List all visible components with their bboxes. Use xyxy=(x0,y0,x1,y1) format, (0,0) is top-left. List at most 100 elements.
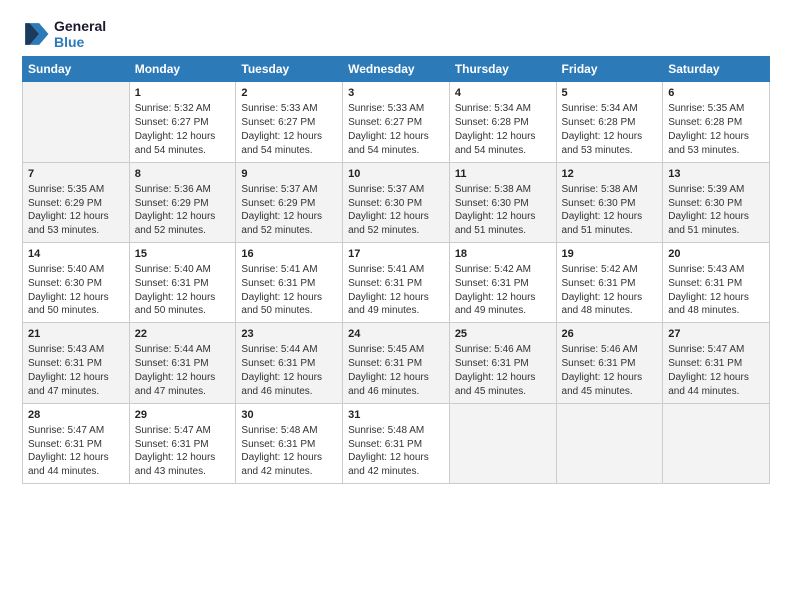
day-info: Sunrise: 5:38 AM Sunset: 6:30 PM Dayligh… xyxy=(562,183,658,238)
day-info: Sunrise: 5:46 AM Sunset: 6:31 PM Dayligh… xyxy=(562,343,658,398)
calendar-header: SundayMondayTuesdayWednesdayThursdayFrid… xyxy=(23,57,770,82)
header: General Blue xyxy=(22,18,770,50)
day-number: 9 xyxy=(241,167,337,182)
day-cell: 29Sunrise: 5:47 AM Sunset: 6:31 PM Dayli… xyxy=(129,403,236,483)
day-number: 25 xyxy=(455,327,551,342)
day-info: Sunrise: 5:34 AM Sunset: 6:28 PM Dayligh… xyxy=(455,102,551,157)
day-number: 12 xyxy=(562,167,658,182)
day-info: Sunrise: 5:40 AM Sunset: 6:31 PM Dayligh… xyxy=(135,263,231,318)
day-cell: 26Sunrise: 5:46 AM Sunset: 6:31 PM Dayli… xyxy=(556,323,663,403)
day-number: 28 xyxy=(28,408,124,423)
day-info: Sunrise: 5:43 AM Sunset: 6:31 PM Dayligh… xyxy=(668,263,764,318)
page: General Blue SundayMondayTuesdayWednesda… xyxy=(0,0,792,612)
header-cell-thursday: Thursday xyxy=(449,57,556,82)
day-cell: 4Sunrise: 5:34 AM Sunset: 6:28 PM Daylig… xyxy=(449,82,556,162)
day-number: 17 xyxy=(348,247,444,262)
day-info: Sunrise: 5:40 AM Sunset: 6:30 PM Dayligh… xyxy=(28,263,124,318)
day-number: 2 xyxy=(241,86,337,101)
week-row-2: 7Sunrise: 5:35 AM Sunset: 6:29 PM Daylig… xyxy=(23,162,770,242)
day-number: 4 xyxy=(455,86,551,101)
day-cell: 3Sunrise: 5:33 AM Sunset: 6:27 PM Daylig… xyxy=(343,82,450,162)
day-info: Sunrise: 5:33 AM Sunset: 6:27 PM Dayligh… xyxy=(241,102,337,157)
day-cell: 8Sunrise: 5:36 AM Sunset: 6:29 PM Daylig… xyxy=(129,162,236,242)
week-row-4: 21Sunrise: 5:43 AM Sunset: 6:31 PM Dayli… xyxy=(23,323,770,403)
day-info: Sunrise: 5:37 AM Sunset: 6:29 PM Dayligh… xyxy=(241,183,337,238)
day-cell: 22Sunrise: 5:44 AM Sunset: 6:31 PM Dayli… xyxy=(129,323,236,403)
day-info: Sunrise: 5:41 AM Sunset: 6:31 PM Dayligh… xyxy=(348,263,444,318)
header-cell-wednesday: Wednesday xyxy=(343,57,450,82)
calendar-body: 1Sunrise: 5:32 AM Sunset: 6:27 PM Daylig… xyxy=(23,82,770,484)
header-cell-tuesday: Tuesday xyxy=(236,57,343,82)
day-info: Sunrise: 5:44 AM Sunset: 6:31 PM Dayligh… xyxy=(135,343,231,398)
day-cell: 15Sunrise: 5:40 AM Sunset: 6:31 PM Dayli… xyxy=(129,242,236,322)
day-number: 19 xyxy=(562,247,658,262)
day-number: 11 xyxy=(455,167,551,182)
day-info: Sunrise: 5:47 AM Sunset: 6:31 PM Dayligh… xyxy=(668,343,764,398)
day-cell: 17Sunrise: 5:41 AM Sunset: 6:31 PM Dayli… xyxy=(343,242,450,322)
day-cell: 20Sunrise: 5:43 AM Sunset: 6:31 PM Dayli… xyxy=(663,242,770,322)
logo-text: General Blue xyxy=(54,18,106,50)
day-cell: 6Sunrise: 5:35 AM Sunset: 6:28 PM Daylig… xyxy=(663,82,770,162)
day-info: Sunrise: 5:39 AM Sunset: 6:30 PM Dayligh… xyxy=(668,183,764,238)
header-cell-monday: Monday xyxy=(129,57,236,82)
day-number: 3 xyxy=(348,86,444,101)
day-number: 15 xyxy=(135,247,231,262)
day-cell: 13Sunrise: 5:39 AM Sunset: 6:30 PM Dayli… xyxy=(663,162,770,242)
day-cell xyxy=(663,403,770,483)
day-cell: 1Sunrise: 5:32 AM Sunset: 6:27 PM Daylig… xyxy=(129,82,236,162)
week-row-5: 28Sunrise: 5:47 AM Sunset: 6:31 PM Dayli… xyxy=(23,403,770,483)
day-cell: 9Sunrise: 5:37 AM Sunset: 6:29 PM Daylig… xyxy=(236,162,343,242)
day-number: 23 xyxy=(241,327,337,342)
day-number: 5 xyxy=(562,86,658,101)
day-cell xyxy=(556,403,663,483)
day-info: Sunrise: 5:45 AM Sunset: 6:31 PM Dayligh… xyxy=(348,343,444,398)
header-cell-saturday: Saturday xyxy=(663,57,770,82)
day-info: Sunrise: 5:34 AM Sunset: 6:28 PM Dayligh… xyxy=(562,102,658,157)
day-cell: 28Sunrise: 5:47 AM Sunset: 6:31 PM Dayli… xyxy=(23,403,130,483)
day-number: 7 xyxy=(28,167,124,182)
day-cell: 30Sunrise: 5:48 AM Sunset: 6:31 PM Dayli… xyxy=(236,403,343,483)
week-row-3: 14Sunrise: 5:40 AM Sunset: 6:30 PM Dayli… xyxy=(23,242,770,322)
day-info: Sunrise: 5:38 AM Sunset: 6:30 PM Dayligh… xyxy=(455,183,551,238)
day-cell: 21Sunrise: 5:43 AM Sunset: 6:31 PM Dayli… xyxy=(23,323,130,403)
day-cell: 7Sunrise: 5:35 AM Sunset: 6:29 PM Daylig… xyxy=(23,162,130,242)
day-cell xyxy=(449,403,556,483)
day-cell: 14Sunrise: 5:40 AM Sunset: 6:30 PM Dayli… xyxy=(23,242,130,322)
day-info: Sunrise: 5:35 AM Sunset: 6:28 PM Dayligh… xyxy=(668,102,764,157)
day-info: Sunrise: 5:43 AM Sunset: 6:31 PM Dayligh… xyxy=(28,343,124,398)
day-info: Sunrise: 5:48 AM Sunset: 6:31 PM Dayligh… xyxy=(348,424,444,479)
day-number: 22 xyxy=(135,327,231,342)
day-number: 13 xyxy=(668,167,764,182)
day-cell: 31Sunrise: 5:48 AM Sunset: 6:31 PM Dayli… xyxy=(343,403,450,483)
day-number: 16 xyxy=(241,247,337,262)
day-info: Sunrise: 5:42 AM Sunset: 6:31 PM Dayligh… xyxy=(562,263,658,318)
day-info: Sunrise: 5:37 AM Sunset: 6:30 PM Dayligh… xyxy=(348,183,444,238)
day-number: 14 xyxy=(28,247,124,262)
day-info: Sunrise: 5:32 AM Sunset: 6:27 PM Dayligh… xyxy=(135,102,231,157)
day-cell: 19Sunrise: 5:42 AM Sunset: 6:31 PM Dayli… xyxy=(556,242,663,322)
header-cell-friday: Friday xyxy=(556,57,663,82)
day-cell: 27Sunrise: 5:47 AM Sunset: 6:31 PM Dayli… xyxy=(663,323,770,403)
week-row-1: 1Sunrise: 5:32 AM Sunset: 6:27 PM Daylig… xyxy=(23,82,770,162)
day-number: 10 xyxy=(348,167,444,182)
day-info: Sunrise: 5:41 AM Sunset: 6:31 PM Dayligh… xyxy=(241,263,337,318)
day-info: Sunrise: 5:46 AM Sunset: 6:31 PM Dayligh… xyxy=(455,343,551,398)
day-number: 20 xyxy=(668,247,764,262)
day-number: 1 xyxy=(135,86,231,101)
day-number: 6 xyxy=(668,86,764,101)
day-cell: 12Sunrise: 5:38 AM Sunset: 6:30 PM Dayli… xyxy=(556,162,663,242)
day-number: 18 xyxy=(455,247,551,262)
day-cell: 5Sunrise: 5:34 AM Sunset: 6:28 PM Daylig… xyxy=(556,82,663,162)
day-number: 30 xyxy=(241,408,337,423)
day-info: Sunrise: 5:35 AM Sunset: 6:29 PM Dayligh… xyxy=(28,183,124,238)
day-number: 26 xyxy=(562,327,658,342)
day-number: 24 xyxy=(348,327,444,342)
day-number: 21 xyxy=(28,327,124,342)
day-info: Sunrise: 5:47 AM Sunset: 6:31 PM Dayligh… xyxy=(28,424,124,479)
day-cell xyxy=(23,82,130,162)
day-number: 29 xyxy=(135,408,231,423)
day-info: Sunrise: 5:47 AM Sunset: 6:31 PM Dayligh… xyxy=(135,424,231,479)
logo-icon xyxy=(22,20,50,48)
day-cell: 11Sunrise: 5:38 AM Sunset: 6:30 PM Dayli… xyxy=(449,162,556,242)
day-cell: 2Sunrise: 5:33 AM Sunset: 6:27 PM Daylig… xyxy=(236,82,343,162)
